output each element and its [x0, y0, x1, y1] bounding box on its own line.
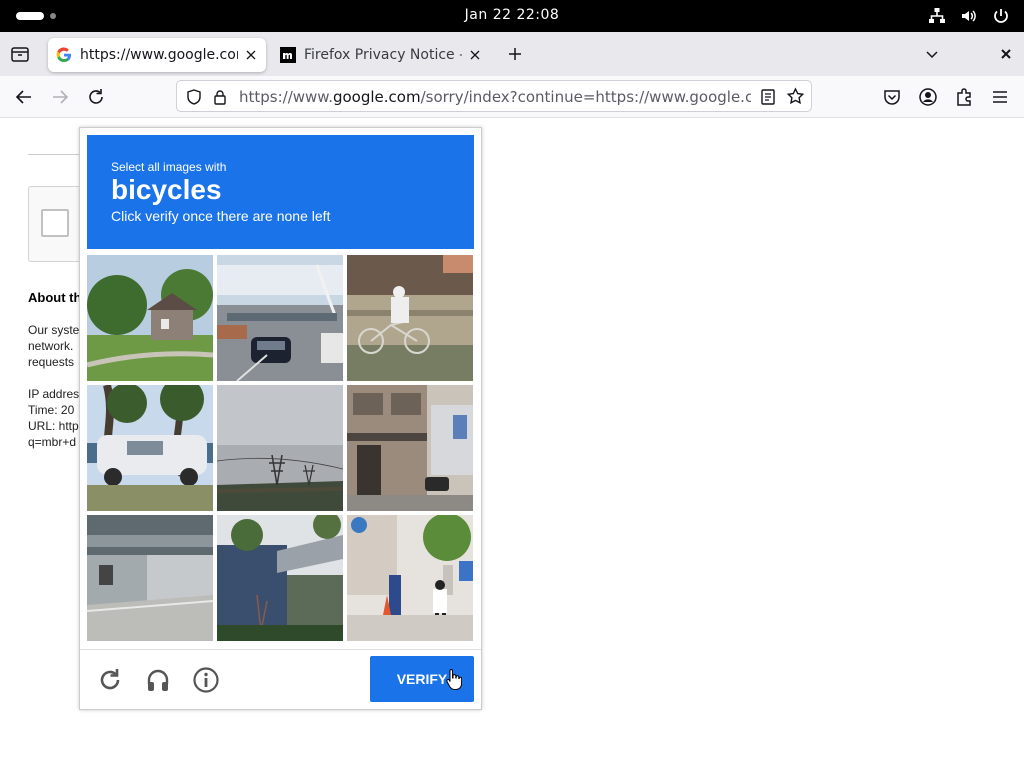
info-line: network.	[28, 339, 74, 353]
list-all-tabs-icon[interactable]	[922, 44, 942, 64]
info-line: IP addres	[28, 387, 80, 401]
tile-cyclist-fence[interactable]	[347, 255, 473, 381]
tile-concrete-building[interactable]	[87, 515, 213, 641]
mozilla-m-icon	[280, 47, 296, 63]
tracking-protection-shield-icon[interactable]	[185, 88, 203, 110]
recaptcha-challenge-dialog: Select all images with bicycles Click ve…	[79, 127, 482, 710]
info-line: requests	[28, 355, 75, 369]
url-text[interactable]: https://www.google.com/sorry/index?conti…	[239, 88, 751, 106]
info-paragraph-2: IP addres Time: 20 URL: http q=mbr+d	[28, 386, 79, 450]
tile-shopfront-street[interactable]	[347, 385, 473, 511]
tile-traffic-road[interactable]	[217, 255, 343, 381]
url-bar[interactable]: https://www.google.com/sorry/index?conti…	[176, 80, 812, 112]
network-icon[interactable]	[928, 7, 946, 25]
volume-icon[interactable]	[960, 7, 978, 25]
reload-icon[interactable]	[85, 86, 107, 108]
reader-view-icon[interactable]	[759, 88, 777, 110]
challenge-instructions: Select all images with bicycles Click ve…	[87, 135, 474, 249]
tile-white-car-trees[interactable]	[87, 385, 213, 511]
info-line: URL: http	[28, 419, 79, 433]
info-line: Our syste	[28, 323, 80, 337]
tab-google-sorry[interactable]: https://www.google.com/sorry/index?conti…	[48, 38, 266, 72]
tab-title: Firefox Privacy Notice — Mozilla	[304, 47, 462, 63]
recaptcha-checkbox[interactable]	[41, 209, 69, 237]
close-tab-icon[interactable]	[468, 48, 482, 62]
app-menu-hamburger-icon[interactable]	[989, 86, 1011, 108]
new-tab-icon[interactable]	[505, 44, 525, 64]
audio-challenge-headphones-icon[interactable]	[144, 666, 172, 694]
firefox-view-icon[interactable]	[10, 44, 30, 64]
forward-arrow-icon[interactable]	[49, 86, 71, 108]
account-icon[interactable]	[917, 86, 939, 108]
url-domain: google.com	[332, 88, 421, 106]
url-prefix: https://www.	[239, 88, 333, 106]
tile-overpass-shrubs[interactable]	[217, 515, 343, 641]
tile-house-lawn[interactable]	[87, 255, 213, 381]
info-line: q=mbr+d	[28, 435, 77, 449]
system-clock[interactable]: Jan 22 22:08	[0, 7, 1024, 23]
power-icon[interactable]	[992, 7, 1010, 25]
hand-pointer-cursor-icon	[446, 668, 463, 690]
tab-firefox-privacy[interactable]: Firefox Privacy Notice — Mozilla	[272, 38, 490, 72]
pocket-icon[interactable]	[881, 86, 903, 108]
back-arrow-icon[interactable]	[13, 86, 35, 108]
url-path: /sorry/index?continue=https://www.google…	[420, 88, 751, 106]
system-tray[interactable]	[928, 7, 1010, 25]
tab-strip: https://www.google.com/sorry/index?conti…	[0, 32, 1024, 76]
bookmark-star-icon[interactable]	[786, 87, 805, 110]
system-top-bar: Jan 22 22:08	[0, 0, 1024, 32]
lock-icon[interactable]	[211, 88, 229, 110]
tab-title: https://www.google.com/sorry/index?conti…	[80, 47, 238, 63]
help-info-icon[interactable]	[192, 666, 220, 694]
close-tab-icon[interactable]	[244, 48, 258, 62]
close-window-icon[interactable]	[996, 44, 1016, 64]
info-line: Time: 20	[28, 403, 75, 417]
info-paragraph-1: Our syste network. requests	[28, 322, 79, 370]
extensions-puzzle-icon[interactable]	[953, 86, 975, 108]
navigation-toolbar: https://www.google.com/sorry/index?conti…	[0, 76, 1024, 118]
instruction-line: Select all images with	[111, 160, 227, 174]
instruction-subline: Click verify once there are none left	[111, 208, 331, 224]
challenge-target-word: bicycles	[111, 174, 222, 205]
footer-divider	[80, 649, 481, 650]
tile-power-lines-sky[interactable]	[217, 385, 343, 511]
reload-challenge-icon[interactable]	[96, 666, 124, 694]
image-grid	[87, 255, 474, 642]
tile-pedestrians-street[interactable]	[347, 515, 473, 641]
google-g-icon	[56, 47, 72, 63]
about-heading: About th	[28, 290, 82, 305]
